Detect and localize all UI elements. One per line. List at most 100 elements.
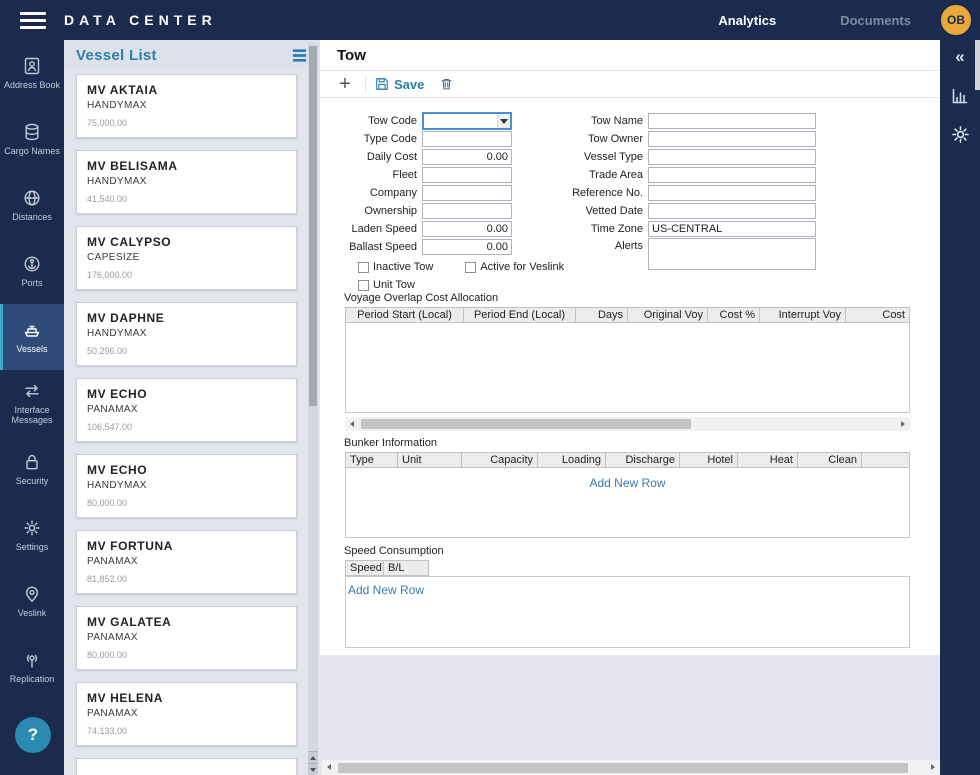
column-header: Type <box>346 453 398 467</box>
type-code-label: Type Code <box>327 133 422 145</box>
vessel-card[interactable]: MV HELENA PANAMAX 74,133.00 <box>76 682 297 746</box>
column-header: Cost % <box>708 308 760 322</box>
scrollbar-thumb[interactable] <box>338 763 908 773</box>
bunker-title: Bunker Information <box>344 437 437 449</box>
reference-no-input[interactable] <box>648 185 816 201</box>
menu-icon[interactable] <box>20 8 46 33</box>
sidebar-item-label: Interface Messages <box>3 405 61 426</box>
sidebar-item-address-book[interactable]: Address Book <box>0 40 64 106</box>
tow-code-select[interactable] <box>422 112 512 130</box>
bunker-table: Type Unit Capacity Loading Discharge Hot… <box>345 452 910 538</box>
sidebar-item-replication[interactable]: Replication <box>0 634 64 700</box>
laden-speed-label: Laden Speed <box>327 223 422 235</box>
arrow-right-icon <box>931 764 935 770</box>
scroll-left-button[interactable] <box>322 760 336 774</box>
vessel-card[interactable]: MV BELISAMA HANDYMAX 41,540.00 <box>76 150 297 214</box>
arrow-left-icon <box>350 421 354 427</box>
help-button[interactable]: ? <box>15 717 51 753</box>
trade-area-input[interactable] <box>648 167 816 183</box>
vetted-date-label: Vetted Date <box>553 205 648 217</box>
save-label: Save <box>394 77 424 92</box>
scroll-down-button[interactable] <box>308 763 318 775</box>
vessel-card[interactable]: MV ECHO HANDYMAX 80,000.00 <box>76 454 297 518</box>
sidebar-item-settings[interactable]: Settings <box>0 502 64 568</box>
vessel-type-input[interactable] <box>648 149 816 165</box>
nav-analytics[interactable]: Analytics <box>718 13 776 28</box>
add-button[interactable]: + <box>334 73 356 95</box>
unit-tow-checkbox[interactable] <box>358 280 369 291</box>
dropdown-arrow-icon <box>497 114 510 128</box>
scroll-right-button[interactable] <box>896 417 910 431</box>
column-header: Unit <box>398 453 462 467</box>
type-code-input[interactable] <box>422 131 512 147</box>
vessel-card-partial[interactable] <box>76 758 297 775</box>
daily-cost-label: Daily Cost <box>327 151 422 163</box>
column-header-filler <box>862 453 909 467</box>
scrollbar-thumb[interactable] <box>361 419 691 429</box>
vessel-card[interactable]: MV AKTAIA HANDYMAX 75,000.00 <box>76 74 297 138</box>
vessel-card-list: MV AKTAIA HANDYMAX 75,000.00 MV BELISAMA… <box>76 74 297 775</box>
nav-documents[interactable]: Documents <box>840 13 911 28</box>
alerts-label: Alerts <box>553 238 648 252</box>
main-horizontal-scrollbar[interactable] <box>322 760 940 775</box>
sidebar-item-cargo-names[interactable]: Cargo Names <box>0 106 64 172</box>
chart-panel-button[interactable] <box>950 86 970 106</box>
collapse-icon[interactable]: « <box>955 48 964 66</box>
sidebar-item-vessels[interactable]: Vessels <box>0 304 64 370</box>
time-zone-input[interactable] <box>648 221 816 237</box>
speed-add-new-row-link[interactable]: Add New Row <box>348 583 424 597</box>
scroll-right-button[interactable] <box>926 760 940 774</box>
sidebar-item-label: Veslink <box>18 608 47 618</box>
vessel-card[interactable]: MV GALATEA PANAMAX 80,000.00 <box>76 606 297 670</box>
scroll-up-button[interactable] <box>308 751 318 763</box>
scrollbar-thumb[interactable] <box>309 46 317 406</box>
vessel-card[interactable]: MV ECHO PANAMAX 106,547.00 <box>76 378 297 442</box>
sidebar-item-label: Settings <box>16 542 49 552</box>
vessel-list-scrollbar[interactable] <box>308 43 318 775</box>
vessel-card[interactable]: MV DAPHNE HANDYMAX 50,296.00 <box>76 302 297 366</box>
vessel-dwt: 75,000.00 <box>87 118 286 128</box>
daily-cost-input[interactable] <box>422 149 512 165</box>
bunker-add-new-row-link[interactable]: Add New Row <box>589 476 665 490</box>
vessel-card[interactable]: MV FORTUNA PANAMAX 81,852.00 <box>76 530 297 594</box>
voyage-table-scrollbar[interactable] <box>345 417 910 431</box>
active-for-veslink-checkbox[interactable] <box>465 262 476 273</box>
arrow-left-icon <box>327 764 331 770</box>
settings-panel-button[interactable] <box>950 124 971 145</box>
save-button[interactable]: Save <box>375 77 424 92</box>
delete-button[interactable] <box>440 77 453 91</box>
ballast-speed-input[interactable] <box>422 239 512 255</box>
scroll-left-button[interactable] <box>345 417 359 431</box>
sidebar-item-interface-messages[interactable]: Interface Messages <box>0 370 64 436</box>
gear-icon <box>950 124 971 145</box>
unit-tow-label: Unit Tow <box>373 279 415 291</box>
sidebar-item-security[interactable]: Security <box>0 436 64 502</box>
ballast-speed-label: Ballast Speed <box>327 241 422 253</box>
sidebar-item-ports[interactable]: Ports <box>0 238 64 304</box>
avatar[interactable]: OB <box>941 5 971 35</box>
laden-speed-input[interactable] <box>422 221 512 237</box>
list-icon[interactable] <box>291 47 308 64</box>
vessel-name: MV HELENA <box>87 691 286 705</box>
inactive-tow-checkbox[interactable] <box>358 262 369 273</box>
chart-icon <box>950 86 970 106</box>
alerts-textarea[interactable] <box>648 238 816 270</box>
vetted-date-input[interactable] <box>648 203 816 219</box>
address-book-icon <box>22 56 42 76</box>
company-input[interactable] <box>422 185 512 201</box>
sidebar-item-veslink[interactable]: Veslink <box>0 568 64 634</box>
vessel-card[interactable]: MV CALYPSO CAPESIZE 176,000.00 <box>76 226 297 290</box>
ownership-input[interactable] <box>422 203 512 219</box>
trash-icon <box>440 77 453 91</box>
sidebar-item-label: Replication <box>10 674 55 684</box>
sidebar-item-label: Security <box>16 476 49 486</box>
fleet-input[interactable] <box>422 167 512 183</box>
page-scrollbar[interactable] <box>975 40 980 775</box>
scrollbar-thumb[interactable] <box>975 40 980 90</box>
vessel-name: MV CALYPSO <box>87 235 286 249</box>
tow-name-input[interactable] <box>648 113 816 129</box>
sidebar-item-distances[interactable]: Distances <box>0 172 64 238</box>
vessel-type: HANDYMAX <box>87 480 286 491</box>
vessel-list-title: Vessel List <box>76 47 291 64</box>
tow-owner-input[interactable] <box>648 131 816 147</box>
